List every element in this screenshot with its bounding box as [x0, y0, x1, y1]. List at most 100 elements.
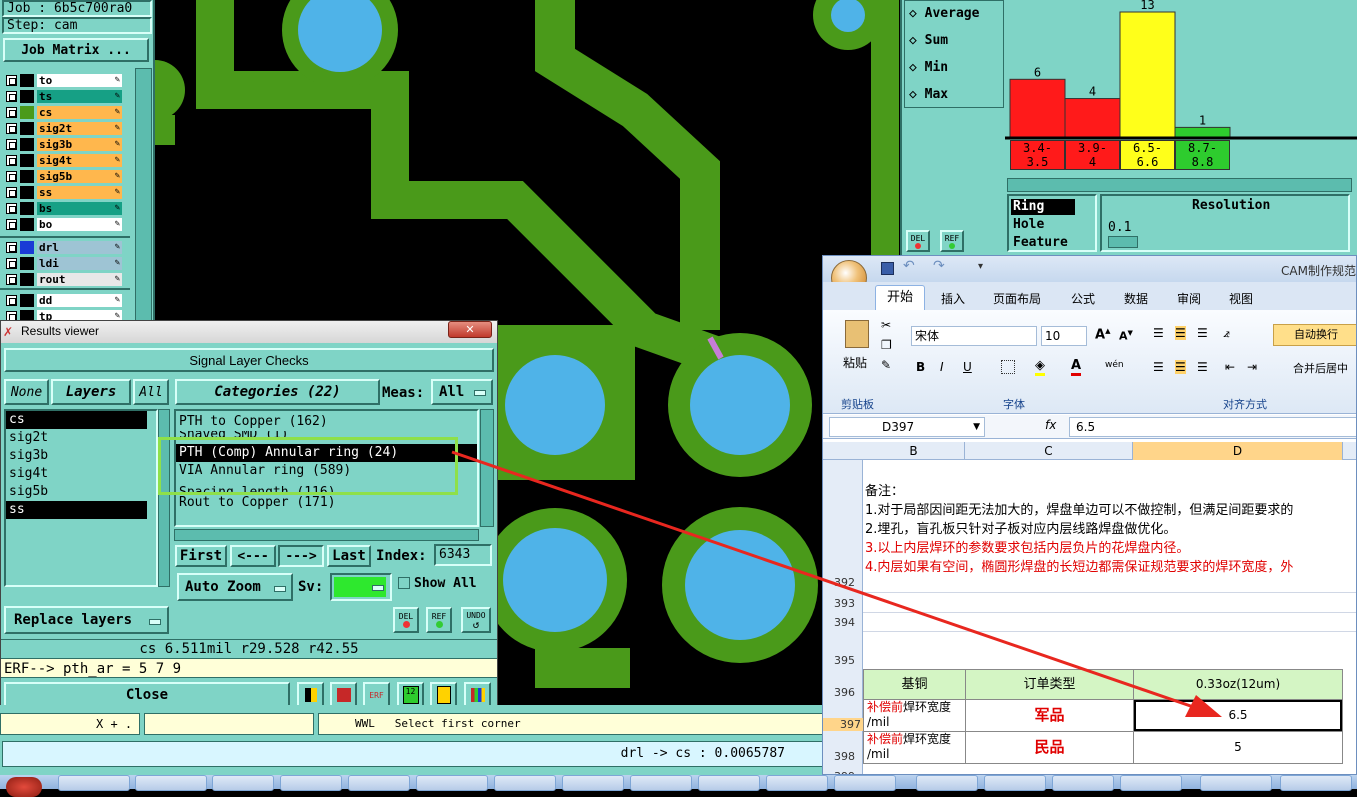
- layer-row-sig3b[interactable]: sig3b: [6, 137, 122, 152]
- option-max[interactable]: ◇ Max: [909, 87, 948, 102]
- last-button[interactable]: Last: [327, 545, 371, 567]
- decrease-indent-icon[interactable]: ⇤: [1225, 360, 1235, 374]
- undo-icon[interactable]: ↶: [903, 258, 915, 274]
- align-bottom-icon[interactable]: ☰: [1197, 326, 1208, 340]
- sv-dropdown[interactable]: [330, 573, 392, 601]
- cell-c397[interactable]: 军品: [966, 700, 1134, 731]
- cell-d397-selected[interactable]: 6.5: [1134, 700, 1342, 731]
- cell-d398[interactable]: 5: [1134, 732, 1342, 763]
- next-button[interactable]: --->: [278, 545, 324, 567]
- layer-row-cs[interactable]: cs: [6, 105, 122, 120]
- underline-icon[interactable]: U: [963, 360, 972, 374]
- layer-row-ldi[interactable]: ldi: [6, 256, 122, 271]
- column-header-d[interactable]: D: [1133, 442, 1343, 460]
- layer-checkbox[interactable]: [6, 203, 17, 214]
- coord-input[interactable]: [144, 713, 314, 735]
- layer-row-to[interactable]: to: [6, 73, 122, 88]
- show-all-checkbox[interactable]: [398, 577, 410, 589]
- save-icon[interactable]: [881, 262, 894, 275]
- layer-row-drl[interactable]: drl: [6, 240, 122, 255]
- option-min[interactable]: ◇ Min: [909, 60, 948, 75]
- layer-row-rout[interactable]: rout: [6, 272, 122, 287]
- list-item-hole[interactable]: Hole: [1011, 217, 1044, 232]
- result-layer-sig3b[interactable]: sig3b: [6, 447, 156, 465]
- layer-checkbox[interactable]: [6, 171, 17, 182]
- result-layer-ss[interactable]: ss: [6, 501, 147, 519]
- layer-results-list[interactable]: cs sig2t sig3b sig4t sig5b ss: [4, 409, 158, 587]
- border-icon[interactable]: [1001, 360, 1015, 374]
- category-rout-to-copper[interactable]: Rout to Copper (171): [176, 494, 477, 512]
- orientation-icon[interactable]: ⦨: [1223, 326, 1230, 341]
- align-middle-icon[interactable]: ☰: [1175, 326, 1186, 340]
- tab-insert[interactable]: 插入: [941, 290, 965, 307]
- row-number[interactable]: 396: [823, 686, 857, 699]
- grow-font-icon[interactable]: A▲: [1095, 327, 1110, 342]
- layer-checkbox[interactable]: [6, 123, 17, 134]
- result-layer-sig2t[interactable]: sig2t: [6, 429, 156, 447]
- histogram-scrollbar[interactable]: [1007, 178, 1352, 192]
- cell-c398[interactable]: 民品: [966, 732, 1134, 763]
- meas-dropdown[interactable]: All: [431, 379, 493, 405]
- layer-checkbox[interactable]: [6, 155, 17, 166]
- layer-checkbox[interactable]: [6, 258, 17, 269]
- job-matrix-button[interactable]: Job Matrix ...: [3, 38, 149, 62]
- tab-data[interactable]: 数据: [1124, 290, 1148, 307]
- resolution-slider[interactable]: [1108, 236, 1138, 248]
- del-button[interactable]: DEL: [393, 607, 419, 633]
- layer-list-vscroll[interactable]: [158, 409, 170, 587]
- layer-row-dd[interactable]: dd: [6, 293, 122, 308]
- result-layer-sig4t[interactable]: sig4t: [6, 465, 156, 483]
- redo-icon[interactable]: ↷: [933, 258, 945, 274]
- layers-button[interactable]: Layers: [51, 379, 131, 405]
- tab-page-layout[interactable]: 页面布局: [993, 290, 1041, 307]
- header-cell-base-copper[interactable]: 基铜: [864, 670, 966, 699]
- undo-button[interactable]: UNDO ↺: [461, 607, 491, 633]
- auto-zoom-dropdown[interactable]: Auto Zoom: [177, 573, 293, 601]
- layer-checkbox[interactable]: [6, 75, 17, 86]
- stats-ref-button[interactable]: REF: [940, 230, 964, 252]
- layer-row-sig2t[interactable]: sig2t: [6, 121, 122, 136]
- cell-b397[interactable]: 补偿前焊环宽度/mil: [864, 700, 966, 731]
- italic-icon[interactable]: I: [940, 360, 944, 374]
- header-cell-copper-thickness[interactable]: 0.33oz(12um): [1134, 670, 1342, 699]
- window-close-button[interactable]: ✕: [448, 321, 492, 338]
- category-list-hscroll[interactable]: [174, 529, 479, 541]
- fx-icon[interactable]: fx: [1045, 418, 1056, 432]
- format-painter-icon[interactable]: ✎: [881, 358, 891, 372]
- tab-review[interactable]: 审阅: [1177, 290, 1201, 307]
- category-list-vscroll[interactable]: [480, 409, 494, 527]
- bold-icon[interactable]: B: [916, 360, 925, 374]
- layer-checkbox[interactable]: [6, 295, 17, 306]
- font-color-icon[interactable]: A: [1071, 358, 1082, 376]
- first-button[interactable]: First: [175, 545, 227, 567]
- row-number[interactable]: 392: [823, 576, 857, 589]
- prev-button[interactable]: <---: [230, 545, 276, 567]
- tab-view[interactable]: 视图: [1229, 290, 1253, 307]
- layer-checkbox[interactable]: [6, 242, 17, 253]
- increase-indent-icon[interactable]: ⇥: [1247, 360, 1257, 374]
- row-number[interactable]: 394: [823, 616, 857, 629]
- phonetic-icon[interactable]: wén: [1105, 360, 1124, 370]
- layer-checkbox[interactable]: [6, 107, 17, 118]
- list-item-ring[interactable]: Ring: [1011, 199, 1075, 215]
- font-size-select[interactable]: 10: [1041, 326, 1087, 346]
- column-header-b[interactable]: B: [863, 442, 965, 460]
- tab-home[interactable]: 开始: [875, 285, 925, 310]
- categories-button[interactable]: Categories (22): [175, 379, 380, 405]
- row-number[interactable]: 395: [823, 654, 857, 667]
- result-layer-sig5b[interactable]: sig5b: [6, 483, 156, 501]
- layer-checkbox[interactable]: [6, 91, 17, 102]
- layer-row-ss[interactable]: ss: [6, 185, 122, 200]
- formula-input[interactable]: 6.5: [1069, 417, 1356, 437]
- layer-list-scrollbar[interactable]: [135, 68, 152, 328]
- row-number[interactable]: 397: [823, 718, 863, 731]
- none-button[interactable]: None: [4, 379, 49, 405]
- merge-center-button[interactable]: 合并后居中: [1277, 360, 1348, 376]
- align-right-icon[interactable]: ☰: [1197, 360, 1208, 374]
- layer-checkbox[interactable]: [6, 219, 17, 230]
- align-top-icon[interactable]: ☰: [1153, 326, 1164, 340]
- layer-row-ts[interactable]: ts: [6, 89, 122, 104]
- stats-del-button[interactable]: DEL: [906, 230, 930, 252]
- wrap-text-button[interactable]: 自动换行: [1273, 324, 1356, 346]
- shrink-font-icon[interactable]: A▼: [1119, 329, 1133, 343]
